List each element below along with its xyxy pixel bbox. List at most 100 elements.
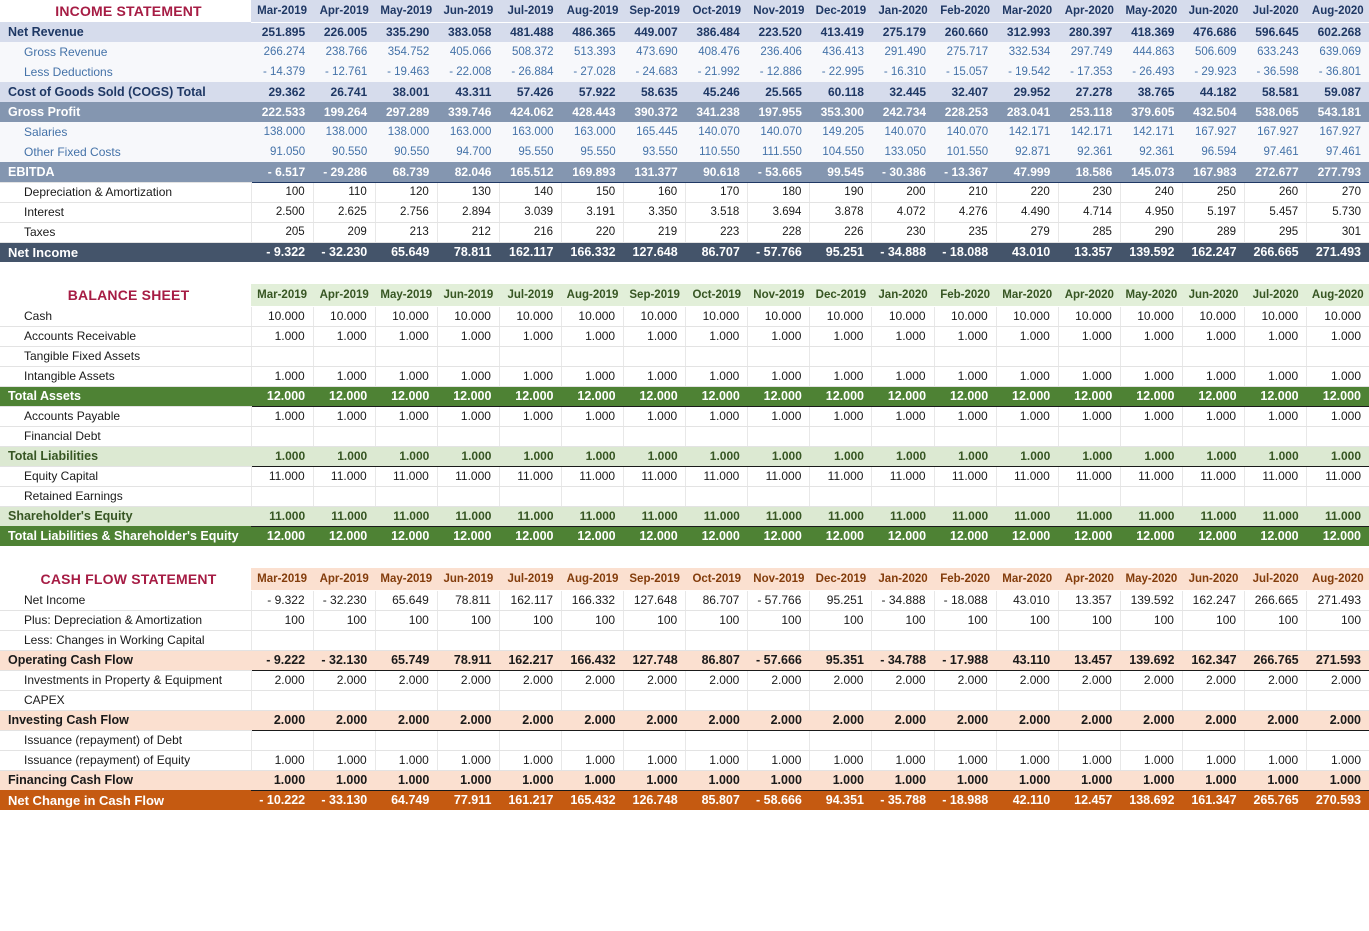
cell-net-income-jun-2020: 162.247 (1182, 242, 1245, 262)
cell-net-change-in-cash-flow-oct-2019: 85.807 (685, 789, 748, 810)
cell-financial-debt-apr-2019 (312, 425, 376, 447)
cell-net-change-in-cash-flow-sep-2019: 126.748 (623, 789, 686, 810)
cell-shareholder-s-equity-oct-2019: 11.000 (685, 506, 748, 526)
cell-taxes-sep-2019: 219 (623, 221, 686, 243)
cell-operating-cash-flow-dec-2019: 95.351 (809, 650, 872, 670)
cell-net-revenue-jun-2020: 476.686 (1182, 22, 1245, 42)
cell-equity-capital-apr-2019: 11.000 (312, 465, 376, 487)
cf-period-header: Jul-2019 (499, 568, 562, 591)
cell-investing-cash-flow-apr-2020: 2.000 (1058, 710, 1121, 730)
cell-less-changes-in-working-capital-sep-2019 (623, 629, 686, 651)
financial-statements-sheet: INCOME STATEMENT Mar-2019 Apr-2019 May-2019… (0, 0, 1369, 810)
cell-investments-in-property-and-equipment-may-2019: 2.000 (374, 669, 438, 691)
cell-cost-of-goods-sold-cogs-total-dec-2019: 60.118 (809, 82, 872, 102)
cell-total-assets-jun-2020: 12.000 (1182, 386, 1245, 406)
cell-interest-dec-2019: 3.878 (809, 201, 872, 223)
cell-depreciation-and-amortization-nov-2019: 180 (747, 181, 810, 203)
cell-less-changes-in-working-capital-apr-2019 (312, 629, 376, 651)
row-label-intangible-assets: Intangible Assets (0, 365, 252, 387)
cell-operating-cash-flow-mar-2020: 43.110 (996, 650, 1059, 670)
cell-gross-revenue-mar-2020: 332.534 (996, 42, 1059, 62)
cell-issuance-repayment-of-debt-may-2020 (1119, 729, 1183, 751)
bs-period-header: Mar-2019 (251, 284, 314, 307)
cell-net-revenue-may-2019: 335.290 (375, 22, 438, 42)
cell-less-changes-in-working-capital-jul-2020 (1244, 629, 1307, 651)
cell-issuance-repayment-of-equity-nov-2019: 1.000 (747, 749, 810, 771)
cf-period-header: Dec-2019 (809, 568, 872, 591)
cell-net-income-apr-2020: 13.357 (1058, 242, 1121, 262)
cell-gross-profit-jul-2019: 424.062 (499, 102, 562, 122)
cell-shareholder-s-equity-apr-2019: 11.000 (313, 506, 376, 526)
cell-net-revenue-jul-2020: 596.645 (1244, 22, 1307, 42)
cell-less-deductions-apr-2019: - 12.761 (313, 62, 376, 82)
cell-plus-depreciation-and-amortization-sep-2019: 100 (623, 609, 686, 631)
cell-net-income-jan-2020: - 34.888 (871, 242, 935, 262)
cell-ebitda-feb-2020: - 13.367 (934, 162, 997, 182)
is-period-header: Sep-2019 (623, 0, 686, 23)
cell-salaries-sep-2019: 165.445 (623, 122, 686, 142)
cell-cash-may-2020: 10.000 (1119, 305, 1183, 327)
is-period-header: Jun-2020 (1182, 0, 1245, 23)
cell-ebitda-aug-2019: 169.893 (561, 162, 624, 182)
cell-financing-cash-flow-jul-2019: 1.000 (499, 770, 562, 790)
cell-intangible-assets-may-2019: 1.000 (374, 365, 438, 387)
cell-intangible-assets-jun-2019: 1.000 (436, 365, 500, 387)
cell-ebitda-jun-2019: 82.046 (437, 162, 500, 182)
cell-net-income-mar-2020: 43.010 (996, 242, 1059, 262)
cell-net-income-dec-2019: 95.251 (809, 242, 872, 262)
table-row: Shareholder's Equity 11.000 11.000 11.000 11… (0, 506, 1369, 526)
income-statement-table: INCOME STATEMENT Mar-2019 Apr-2019 May-2019… (0, 0, 1369, 262)
cell-taxes-jan-2020: 230 (871, 221, 935, 243)
cell-shareholder-s-equity-jun-2019: 11.000 (437, 506, 500, 526)
is-period-header: Jul-2020 (1244, 0, 1307, 23)
cell-less-deductions-may-2020: - 26.493 (1120, 62, 1183, 82)
cell-accounts-receivable-sep-2019: 1.000 (623, 325, 686, 347)
cell-intangible-assets-may-2020: 1.000 (1119, 365, 1183, 387)
cell-issuance-repayment-of-equity-apr-2020: 1.000 (1057, 749, 1121, 771)
cell-accounts-receivable-may-2020: 1.000 (1119, 325, 1183, 347)
table-row: Intangible Assets 1.000 1.000 1.000 1.000 1.0… (0, 365, 1369, 387)
cell-total-assets-jun-2019: 12.000 (437, 386, 500, 406)
cell-financial-debt-jul-2019 (498, 425, 562, 447)
cell-depreciation-and-amortization-aug-2019: 150 (561, 181, 624, 203)
cell-cash-mar-2019: 10.000 (250, 305, 314, 327)
cell-net-revenue-mar-2020: 312.993 (996, 22, 1059, 42)
cell-issuance-repayment-of-debt-jun-2019 (436, 729, 500, 751)
row-label-plus-depreciation-and-amortization: Plus: Depreciation & Amortization (0, 609, 252, 631)
cell-taxes-nov-2019: 228 (747, 221, 810, 243)
cell-investing-cash-flow-aug-2020: 2.000 (1306, 710, 1369, 730)
cell-total-liabilities-and-shareholder-s-equity-aug-2019: 12.000 (561, 525, 624, 546)
cell-interest-jun-2019: 2.894 (436, 201, 500, 223)
cell-shareholder-s-equity-aug-2019: 11.000 (561, 506, 624, 526)
cell-taxes-may-2020: 290 (1119, 221, 1183, 243)
table-row: Investments in Property & Equipment 2.000… (0, 669, 1369, 691)
cell-investments-in-property-and-equipment-mar-2019: 2.000 (250, 669, 314, 691)
cell-net-revenue-jan-2020: 275.179 (871, 22, 935, 42)
cell-operating-cash-flow-may-2019: 65.749 (375, 650, 438, 670)
cell-net-income-apr-2020: 13.357 (1057, 589, 1121, 611)
cell-equity-capital-aug-2020: 11.000 (1306, 465, 1369, 487)
bs-period-header: Apr-2020 (1058, 284, 1121, 307)
cell-net-income-aug-2019: 166.332 (561, 589, 624, 611)
cell-capex-nov-2019 (747, 689, 810, 711)
cell-shareholder-s-equity-aug-2020: 11.000 (1306, 506, 1369, 526)
cell-gross-profit-nov-2019: 197.955 (747, 102, 810, 122)
row-label-investments-in-property-and-equipment: Investments in Property & Equipment (0, 669, 252, 691)
cell-taxes-aug-2020: 301 (1306, 221, 1369, 243)
cell-investments-in-property-and-equipment-oct-2019: 2.000 (685, 669, 748, 691)
cell-net-revenue-may-2020: 418.369 (1120, 22, 1183, 42)
is-period-header: Apr-2019 (313, 0, 376, 23)
cell-accounts-payable-aug-2020: 1.000 (1306, 405, 1369, 427)
cell-less-deductions-jul-2019: - 26.884 (499, 62, 562, 82)
is-period-header: Mar-2019 (251, 0, 314, 23)
cell-equity-capital-mar-2019: 11.000 (250, 465, 314, 487)
cell-equity-capital-jun-2019: 11.000 (436, 465, 500, 487)
cell-accounts-payable-may-2019: 1.000 (374, 405, 438, 427)
cell-accounts-payable-mar-2020: 1.000 (995, 405, 1059, 427)
cell-issuance-repayment-of-equity-mar-2019: 1.000 (250, 749, 314, 771)
cell-net-change-in-cash-flow-jun-2019: 77.911 (437, 789, 500, 810)
cell-plus-depreciation-and-amortization-jan-2020: 100 (871, 609, 935, 631)
cell-tangible-fixed-assets-sep-2019 (623, 345, 686, 367)
cell-salaries-oct-2019: 140.070 (685, 122, 748, 142)
cell-cash-apr-2019: 10.000 (312, 305, 376, 327)
